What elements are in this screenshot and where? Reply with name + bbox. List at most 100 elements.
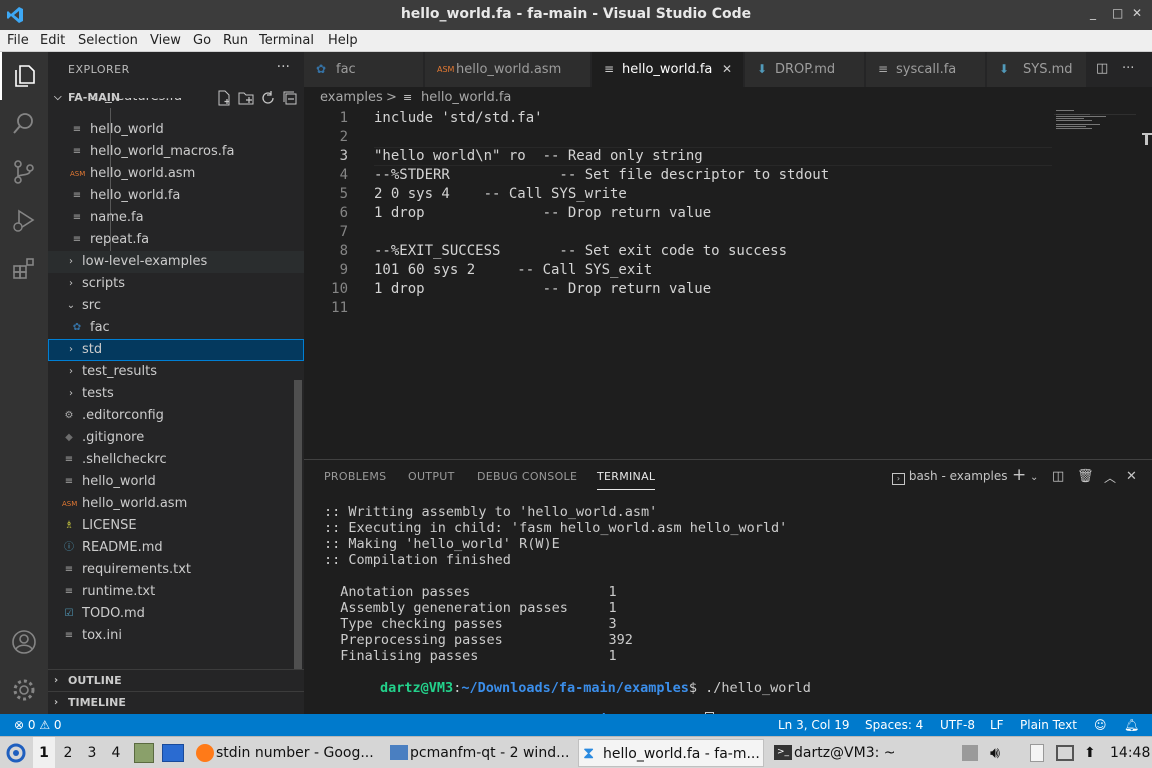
- task-vscode[interactable]: ⧗ hello_world.fa - fa-m...: [578, 739, 764, 767]
- code-editor[interactable]: 1 include 'std/std.fa' 2 3 "hello world\…: [304, 109, 1152, 459]
- menu-terminal[interactable]: Terminal: [259, 33, 314, 48]
- tree-item-file[interactable]: ASM hello_world.asm: [48, 163, 304, 185]
- tree-item-folder[interactable]: ⌄ src: [48, 295, 304, 317]
- tree-item-file[interactable]: ≡ tox.ini: [48, 625, 304, 647]
- tree-item-file[interactable]: ≡ .shellcheckrc: [48, 449, 304, 471]
- menu-go[interactable]: Go: [193, 33, 211, 48]
- code-line[interactable]: "hello world\n" ro -- Read only string: [374, 147, 703, 166]
- tab-drop-md[interactable]: ⬇ DROP.md: [745, 52, 865, 87]
- workspace-2[interactable]: 2: [57, 737, 79, 768]
- encoding-status[interactable]: UTF-8: [940, 714, 975, 736]
- minimap[interactable]: [1054, 109, 1142, 139]
- code-line[interactable]: --%STDERR -- Set file descriptor to stdo…: [374, 166, 829, 185]
- tree-item-file[interactable]: ≡ hello_world: [48, 471, 304, 493]
- tree-item-folder-selected[interactable]: › std: [48, 339, 304, 361]
- close-tab-icon[interactable]: ✕: [722, 52, 732, 87]
- search-activity-button[interactable]: [0, 100, 48, 148]
- breadcrumb-folder[interactable]: examples: [320, 87, 383, 109]
- problems-status[interactable]: ⊗ 0 ⚠ 0: [14, 714, 62, 736]
- indentation-status[interactable]: Spaces: 4: [865, 714, 923, 736]
- tree-item-file[interactable]: ≡ runtime.txt: [48, 581, 304, 603]
- run-debug-activity-button[interactable]: [0, 196, 48, 244]
- start-menu-icon[interactable]: [6, 743, 26, 763]
- display-icon[interactable]: [1056, 745, 1074, 761]
- workspace-3[interactable]: 3: [81, 737, 103, 768]
- panel-tab-problems[interactable]: PROBLEMS: [324, 470, 386, 483]
- tree-item-file[interactable]: ◆ .gitignore: [48, 427, 304, 449]
- tree-item-file[interactable]: ☑ TODO.md: [48, 603, 304, 625]
- tree-item-file[interactable]: ≡ name.fa: [48, 207, 304, 229]
- extensions-activity-button[interactable]: [0, 244, 48, 292]
- menu-file[interactable]: File: [7, 33, 29, 48]
- explorer-scrollbar[interactable]: [294, 380, 302, 670]
- tree-item-folder[interactable]: › scripts: [48, 273, 304, 295]
- feedback-icon[interactable]: ☺: [1094, 714, 1107, 736]
- network-icon[interactable]: ⬆: [1084, 737, 1096, 768]
- language-mode-status[interactable]: Plain Text: [1020, 714, 1077, 736]
- task-terminal[interactable]: >_ dartz@VM3: ~: [770, 739, 930, 767]
- chevron-down-icon[interactable]: ⌄: [1030, 472, 1038, 483]
- task-file-manager[interactable]: pcmanfm-qt - 2 wind...: [386, 739, 572, 767]
- notifications-icon[interactable]: 🔔︎: [1124, 714, 1139, 736]
- tree-item-file[interactable]: ASM hello_world.asm: [48, 493, 304, 515]
- code-line[interactable]: include 'std/std.fa': [374, 109, 543, 128]
- tab-hello-world-fa[interactable]: ≡ hello_world.fa ✕: [592, 52, 744, 87]
- code-line[interactable]: --%EXIT_SUCCESS -- Set exit code to succ…: [374, 242, 787, 261]
- close-panel-icon[interactable]: ✕: [1126, 469, 1137, 484]
- volume-icon[interactable]: 🔊︎: [990, 737, 1000, 768]
- code-line[interactable]: 2 0 sys 4 -- Call SYS_write: [374, 185, 627, 204]
- outline-section-header[interactable]: › OUTLINE: [48, 669, 304, 691]
- eol-status[interactable]: LF: [990, 714, 1004, 736]
- tree-item-folder[interactable]: › test_results: [48, 361, 304, 383]
- timeline-section-header[interactable]: › TIMELINE: [48, 691, 304, 713]
- maximize-button[interactable]: □: [1112, 6, 1123, 20]
- new-terminal-icon[interactable]: +: [1012, 465, 1026, 485]
- panel-tab-output[interactable]: OUTPUT: [408, 470, 455, 483]
- tree-item-file[interactable]: ≡ hello_world.fa: [48, 185, 304, 207]
- breadcrumb-file[interactable]: hello_world.fa: [421, 87, 511, 109]
- editor-scrollbar[interactable]: [1140, 109, 1152, 459]
- task-browser[interactable]: stdin number - Goog...: [192, 739, 378, 767]
- accounts-activity-button[interactable]: [0, 618, 48, 666]
- tree-item-file[interactable]: ≡ all_features.fa: [48, 98, 304, 108]
- tree-item-file[interactable]: ♗ LICENSE: [48, 515, 304, 537]
- workspace-4[interactable]: 4: [105, 737, 127, 768]
- close-window-button[interactable]: ✕: [1132, 6, 1142, 20]
- workspace-1[interactable]: 1: [33, 737, 55, 768]
- terminal-shell-selector[interactable]: › bash - examples: [892, 469, 1008, 485]
- tree-item-folder[interactable]: › tests: [48, 383, 304, 405]
- menu-view[interactable]: View: [150, 33, 181, 48]
- tree-item-file[interactable]: ✿ fac: [48, 317, 304, 339]
- tree-item-file[interactable]: ≡ hello_world: [48, 119, 304, 141]
- tree-item-file[interactable]: ≡ requirements.txt: [48, 559, 304, 581]
- tree-item-file[interactable]: ⚙ .editorconfig: [48, 405, 304, 427]
- menu-help[interactable]: Help: [328, 33, 358, 48]
- split-editor-icon[interactable]: ◫: [1096, 61, 1108, 76]
- menu-selection[interactable]: Selection: [78, 33, 138, 48]
- menu-edit[interactable]: Edit: [40, 33, 65, 48]
- manage-activity-button[interactable]: [0, 666, 48, 714]
- code-line[interactable]: 1 drop -- Drop return value: [374, 280, 711, 299]
- minimize-button[interactable]: _: [1090, 6, 1096, 20]
- menu-run[interactable]: Run: [223, 33, 248, 48]
- source-control-activity-button[interactable]: [0, 148, 48, 196]
- tree-item-folder[interactable]: › low-level-examples: [48, 251, 304, 273]
- panel-tab-terminal[interactable]: TERMINAL: [597, 470, 656, 490]
- panel-tab-debug-console[interactable]: DEBUG CONSOLE: [477, 470, 577, 483]
- trash-icon[interactable]: 🗑: [1077, 469, 1094, 484]
- explorer-more-button[interactable]: ···: [277, 59, 290, 75]
- file-manager-launcher-icon[interactable]: [134, 743, 154, 763]
- clock[interactable]: 14:48: [1110, 737, 1150, 768]
- code-line[interactable]: 1 drop -- Drop return value: [374, 204, 711, 223]
- tree-item-file[interactable]: ≡ repeat.fa: [48, 229, 304, 251]
- show-desktop-icon[interactable]: [162, 744, 184, 762]
- clipboard-icon[interactable]: [1030, 744, 1044, 762]
- split-terminal-icon[interactable]: ◫: [1052, 469, 1064, 484]
- terminal-prompt-line[interactable]: dartz@VM3:~/Downloads/fa-main/examples$: [315, 696, 715, 728]
- tab-hello-world-asm[interactable]: ASM hello_world.asm: [425, 52, 591, 87]
- code-line[interactable]: 101 60 sys 2 -- Call SYS_exit: [374, 261, 652, 280]
- tab-sys-md[interactable]: ⬇ SYS.md: [987, 52, 1087, 87]
- explorer-activity-button[interactable]: [0, 52, 48, 100]
- tree-item-file[interactable]: ≡ hello_world_macros.fa: [48, 141, 304, 163]
- cursor-position-status[interactable]: Ln 3, Col 19: [778, 714, 850, 736]
